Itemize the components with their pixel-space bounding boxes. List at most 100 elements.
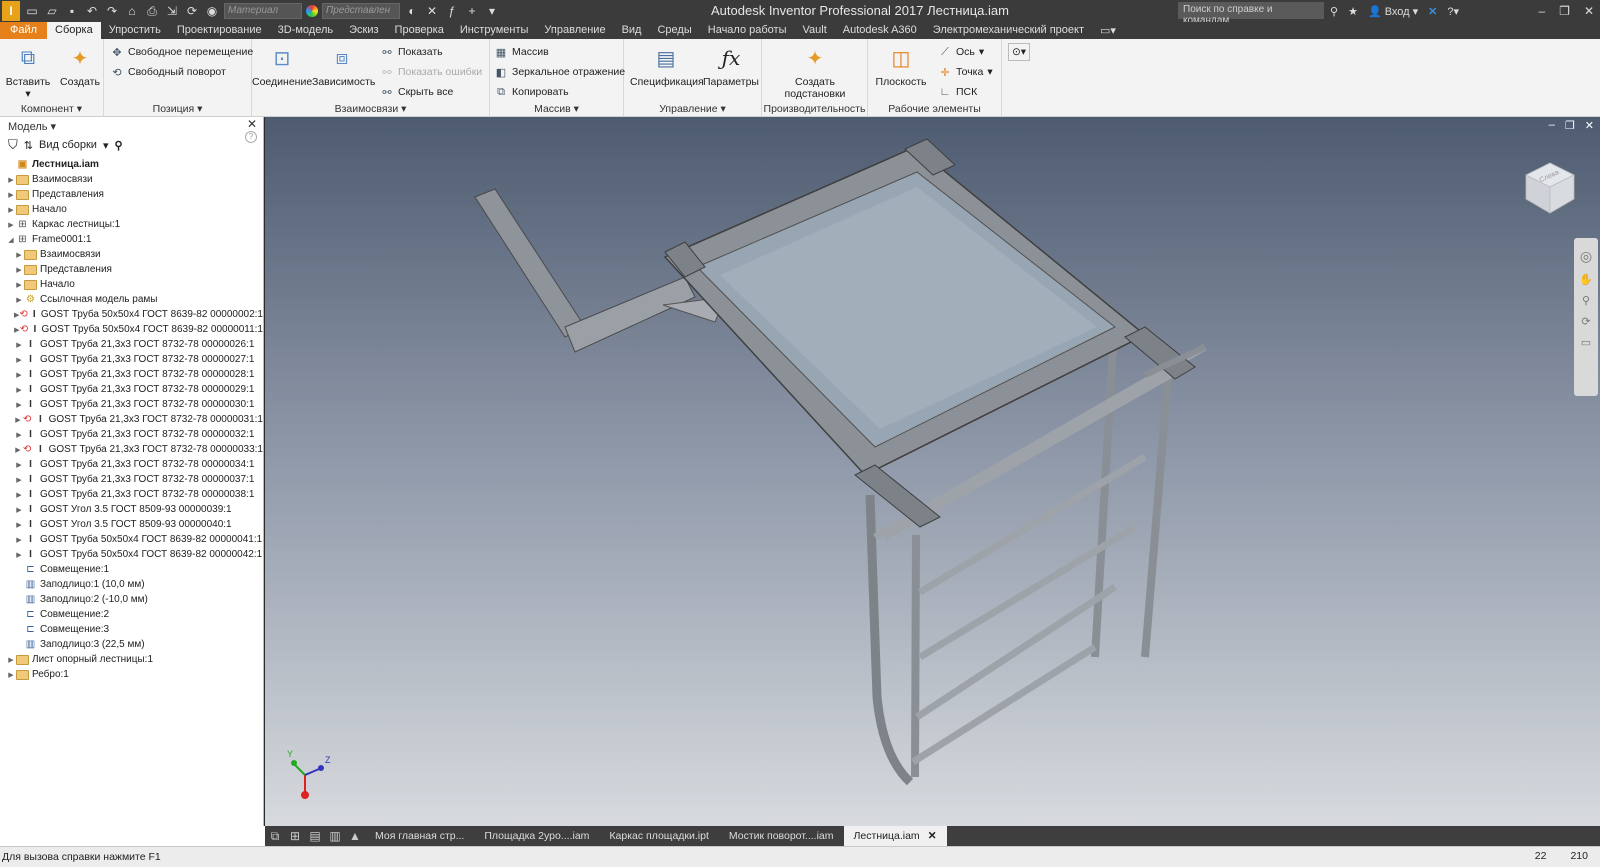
doc-tab-close-icon[interactable]: ✕ [928, 830, 937, 842]
open-file-icon[interactable]: ▱ [44, 3, 60, 19]
show-sick-button[interactable]: ⚯ Показать ошибки [380, 63, 482, 81]
tree-expander-icon[interactable]: ▶ [14, 266, 24, 274]
ladder-platform-model[interactable] [265, 117, 1600, 826]
tree-item[interactable]: ▶ Представления [0, 262, 263, 277]
home-icon[interactable]: ⌂ [124, 3, 140, 19]
insert-button[interactable]: ⧉ Вставить ▾ [2, 41, 54, 101]
tree-expander-icon[interactable]: ▶ [6, 671, 16, 679]
browser-close-icon[interactable]: ✕ [247, 117, 257, 131]
tab-vault[interactable]: Vault [795, 22, 835, 39]
tree-item[interactable]: ▶ I GOST Угол 3.5 ГОСТ 8509-93 00000040:1 [0, 517, 263, 532]
tab-view[interactable]: Вид [614, 22, 650, 39]
arrange-vertical-icon[interactable]: ▥ [325, 829, 345, 843]
tab-inspect[interactable]: Проверка [387, 22, 452, 39]
sign-in-button[interactable]: 👤 Вход ▾ [1368, 5, 1418, 18]
undo-icon[interactable]: ↶ [84, 3, 100, 19]
hide-all-button[interactable]: ⚯ Скрыть все [380, 83, 453, 101]
assembly-view-select[interactable]: Вид сборки [39, 139, 97, 151]
plus-icon[interactable]: + [464, 3, 480, 19]
group-title-position[interactable]: Позиция ▾ [104, 103, 251, 115]
tree-expander-icon[interactable]: ◢ [6, 236, 16, 244]
adjust-appearance-icon[interactable]: ◐ [404, 3, 420, 19]
copy-button[interactable]: ⧉ Копировать [494, 83, 568, 101]
constrain-button[interactable]: ⧈ Зависимость [312, 41, 375, 89]
pattern-button[interactable]: ▦ Массив [494, 43, 549, 61]
tree-expander-icon[interactable]: ▶ [14, 536, 24, 544]
tab-assemble[interactable]: Сборка [47, 22, 101, 39]
tab-file[interactable]: Файл [0, 22, 48, 39]
star-icon[interactable]: ★ [1348, 5, 1358, 18]
maximize-icon[interactable]: ❐ [1559, 4, 1570, 18]
bom-button[interactable]: ▤ Спецификация [630, 41, 704, 89]
tree-item[interactable]: ▶ I GOST Труба 21,3х3 ГОСТ 8732-78 0000002… [0, 352, 263, 367]
tree-item[interactable]: ▶ I GOST Труба 21,3х3 ГОСТ 8732-78 0000003… [0, 457, 263, 472]
tree-expander-icon[interactable]: ▶ [14, 251, 24, 259]
customize-qat-icon[interactable]: ▾ [484, 3, 500, 19]
group-title-manage[interactable]: Управление ▾ [624, 103, 761, 115]
help-icon[interactable]: ?▾ [1447, 5, 1459, 18]
redo-icon[interactable]: ↷ [104, 3, 120, 19]
tree-item[interactable]: ▶ ⟲ I GOST Труба 21,3х3 ГОСТ 8732-78 000000… [0, 412, 263, 427]
doc-tab-platform-2[interactable]: Площадка 2уро....iam [474, 826, 599, 846]
create-substitutes-button[interactable]: ✦ Создать подстановки [772, 41, 858, 101]
tree-item[interactable]: ▥ Заподлицо:2 (-10,0 мм) [0, 592, 263, 607]
tree-item[interactable]: ▶ I GOST Труба 21,3х3 ГОСТ 8732-78 0000002… [0, 337, 263, 352]
tree-expander-icon[interactable]: ▶ [14, 431, 24, 439]
tree-item[interactable]: ▶ I GOST Труба 21,3х3 ГОСТ 8732-78 0000003… [0, 487, 263, 502]
graphics-viewport[interactable]: – ❐ ✕ Слева ◎ ✋ ⚲ ⟳ ▭ Z Y [265, 117, 1600, 826]
tree-item[interactable]: ▶ I GOST Труба 21,3х3 ГОСТ 8732-78 0000002… [0, 382, 263, 397]
tree-expander-icon[interactable]: ▶ [14, 491, 24, 499]
tree-item[interactable]: ▶ I GOST Труба 21,3х3 ГОСТ 8732-78 0000002… [0, 367, 263, 382]
help-search-input[interactable]: Поиск по справке и командам [1178, 2, 1324, 26]
minimize-icon[interactable]: – [1538, 4, 1545, 18]
tree-expander-icon[interactable]: ▶ [14, 341, 24, 349]
view-dropdown-icon[interactable]: ▾ [103, 139, 109, 152]
tree-item[interactable]: ▣ Лестница.iam [0, 157, 263, 172]
material-select[interactable]: Материал [224, 3, 302, 19]
tree-expander-icon[interactable]: ▶ [14, 506, 24, 514]
tree-expander-icon[interactable]: ▶ [14, 371, 24, 379]
ribbon-filter-button[interactable]: ⊙▾ [1008, 43, 1031, 61]
tree-item[interactable]: ▶ ⟲ I GOST Труба 50х50х4 ГОСТ 8639-82 00000… [0, 322, 263, 337]
tab-environments[interactable]: Среды [649, 22, 699, 39]
tab-sketch[interactable]: Эскиз [341, 22, 386, 39]
tree-expander-icon[interactable]: ▶ [14, 281, 24, 289]
tree-expander-icon[interactable]: ▶ [14, 356, 24, 364]
tree-item[interactable]: ⊏ Совмещение:2 [0, 607, 263, 622]
tree-item[interactable]: ▶ ⚙ Ссылочная модель рамы [0, 292, 263, 307]
browser-title[interactable]: Модель ▾ [8, 120, 56, 133]
tree-item[interactable]: ▥ Заподлицо:3 (22,5 мм) [0, 637, 263, 652]
tree-expander-icon[interactable]: ▶ [14, 446, 22, 454]
binoculars-icon[interactable]: ⚲ [1330, 5, 1338, 18]
tree-expander-icon[interactable]: ▶ [14, 551, 24, 559]
tab-get-started[interactable]: Начало работы [700, 22, 795, 39]
tree-item[interactable]: ▶ I GOST Угол 3.5 ГОСТ 8509-93 00000039:1 [0, 502, 263, 517]
tab-3d-model[interactable]: 3D-модель [270, 22, 341, 39]
find-icon[interactable]: ⚲ [114, 139, 122, 152]
plane-button[interactable]: ◫ Плоскость [870, 41, 932, 89]
select-icon[interactable]: ⇲ [164, 3, 180, 19]
tree-item[interactable]: ▥ Заподлицо:1 (10,0 мм) [0, 577, 263, 592]
parameters-button[interactable]: ƒx Параметры [702, 41, 760, 88]
globe-icon[interactable]: ◉ [204, 3, 220, 19]
tile-icon[interactable]: ⊞ [285, 829, 305, 843]
tree-expander-icon[interactable]: ▶ [6, 191, 16, 199]
cascade-icon[interactable]: ⧉ [265, 829, 285, 844]
tab-manage[interactable]: Управление [536, 22, 613, 39]
tree-item[interactable]: ▶ I GOST Труба 50х50х4 ГОСТ 8639-82 000000… [0, 547, 263, 562]
tree-item[interactable]: ▶ ⟲ I GOST Труба 50х50х4 ГОСТ 8639-82 00000… [0, 307, 263, 322]
tree-item[interactable]: ▶ Начало [0, 202, 263, 217]
app-logo[interactable]: I [2, 1, 20, 21]
close-icon[interactable]: ✕ [1584, 4, 1594, 18]
free-rotate-button[interactable]: ⟲ Свободный поворот [110, 63, 225, 81]
tree-expander-icon[interactable]: ▶ [14, 461, 24, 469]
tree-item[interactable]: ▶ I GOST Труба 50х50х4 ГОСТ 8639-82 000000… [0, 532, 263, 547]
fx-icon[interactable]: ƒ [444, 3, 460, 19]
tab-design[interactable]: Проектирование [169, 22, 270, 39]
show-button[interactable]: ⚯ Показать [380, 43, 442, 61]
free-move-button[interactable]: ✥ Свободное перемещение [110, 43, 253, 61]
group-title-pattern[interactable]: Массив ▾ [490, 103, 623, 115]
browser-help-icon[interactable]: ? [245, 131, 257, 143]
tree-item[interactable]: ⊏ Совмещение:1 [0, 562, 263, 577]
tree-item[interactable]: ⊏ Совмещение:3 [0, 622, 263, 637]
